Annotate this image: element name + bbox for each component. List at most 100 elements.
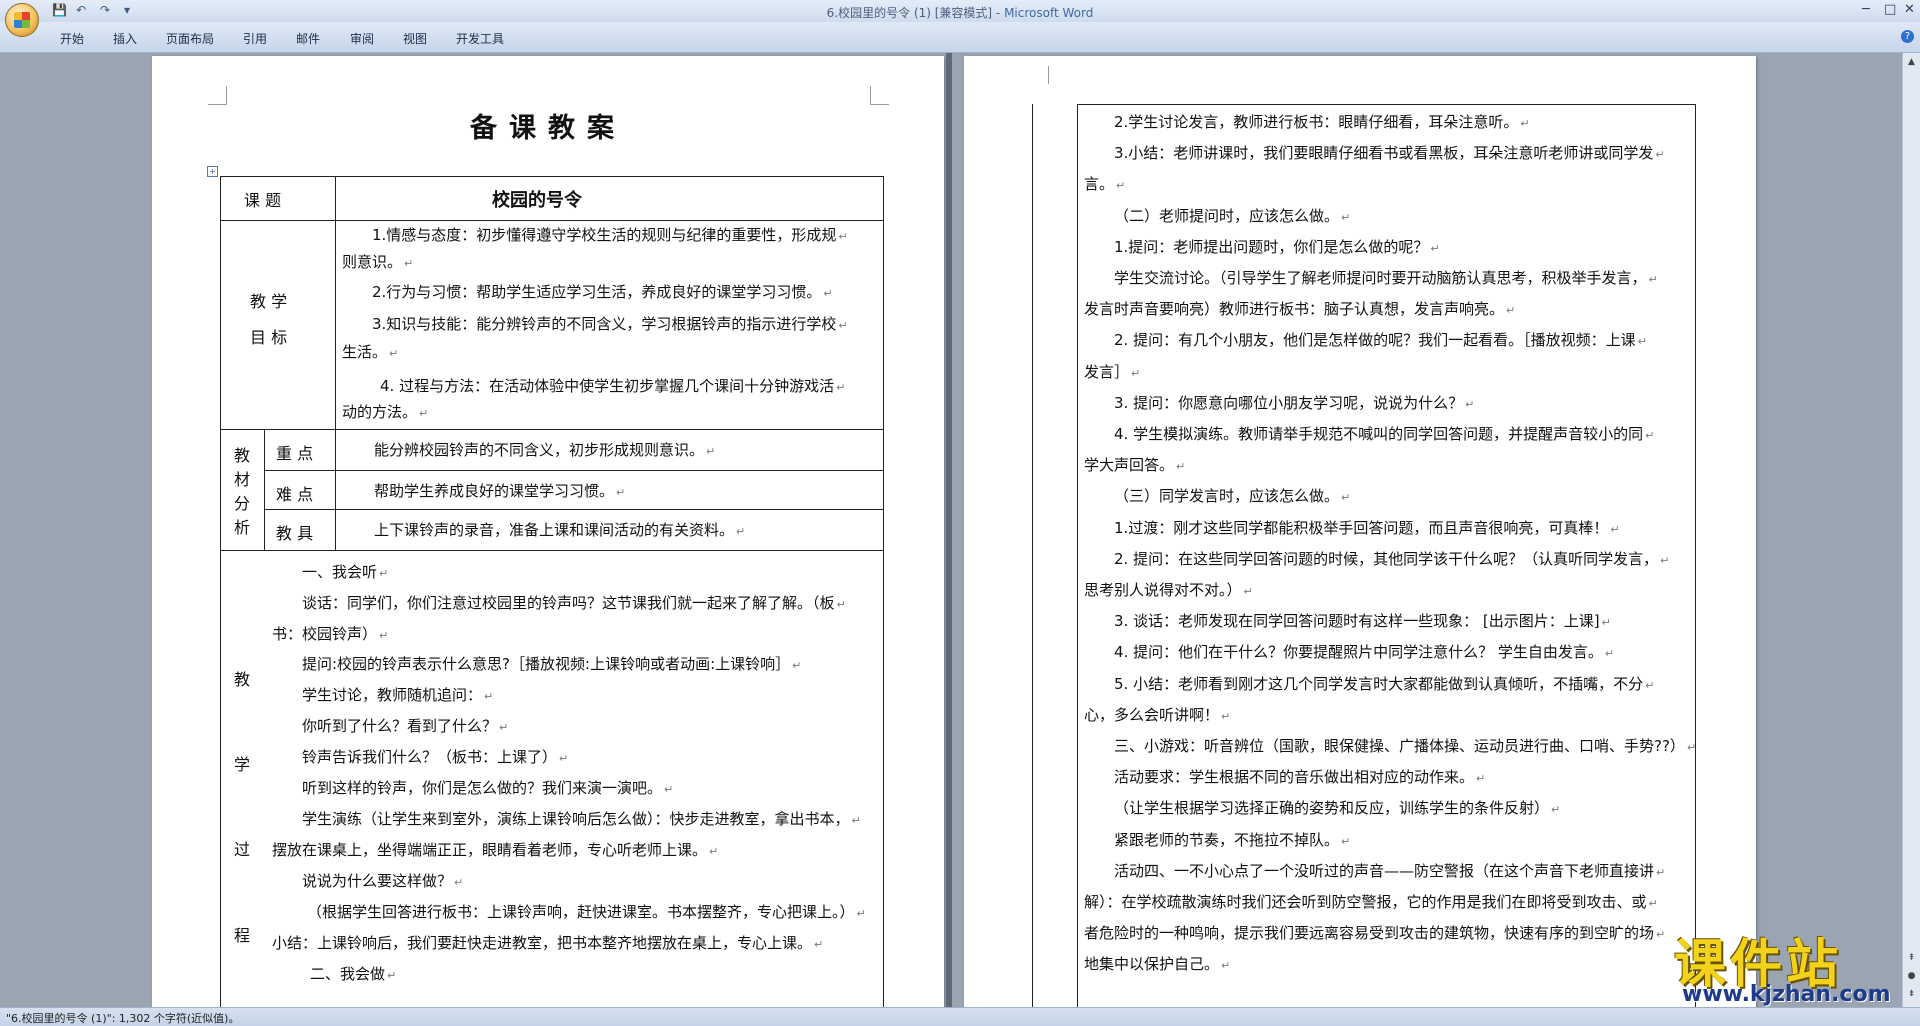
tab-view[interactable]: 视图 [403,30,427,47]
body-line: 发言］ ↵ [1084,362,1141,381]
paragraph-mark-icon: ↵ [1341,491,1351,505]
body-line: 1.提问：老师提出问题时，你们是怎么做的呢？ ↵ [1114,237,1440,256]
process-label-char: 过 [234,840,251,859]
paragraph-mark-icon: ↵ [814,938,824,951]
watermark-url: www.kjzhan.com [1682,982,1891,1007]
body-line: 三、小游戏：听音辨位（国歌，眼保健操、广播体操、运动员进行曲、口哨、手势??） ↵ [1114,737,1697,755]
process-line: 听到这样的铃声，你们是怎么做的？我们来演一演吧。 ↵ [302,779,674,797]
goal-line: 1.情感与态度：初步懂得遵守学校生活的规则与纪律的重要性，形成规 ↵ [372,226,848,244]
table-border [220,176,221,1007]
body-line: （三）同学发言时，应该怎么做。 ↵ [1114,487,1351,506]
table-border [1032,104,1033,1007]
material-value: 能分辨校园铃声的不同含义，初步形成规则意识。 ↵ [374,441,716,459]
paragraph-mark-icon: ↵ [484,690,494,703]
body-line: 发言时声音要响亮）教师进行板书：脑子认真想，发言声响亮。 ↵ [1084,300,1516,319]
paragraph-mark-icon: ↵ [379,629,389,642]
body-line: 地集中以保护自己。 ↵ [1084,955,1231,974]
tab-insert[interactable]: 插入 [113,30,137,47]
paragraph-mark-icon: ↵ [709,845,719,858]
process-line: 铃声告诉我们什么？（板书：上课了） ↵ [302,748,569,766]
document-workspace[interactable]: 备课教案 + 课 题 校园的号令 教 学 目 标 1.情感与态度：初步懂得遵守学… [0,53,1902,1007]
paragraph-mark-icon: ↵ [1520,117,1530,130]
process-line: 学生演练（让学生来到室外，演练上课铃响后怎么做）：快步走进教室，拿出书本， ↵ [302,810,861,828]
tab-mailings[interactable]: 邮件 [296,30,320,47]
process-line: 你听到了什么？看到了什么？ ↵ [302,717,509,735]
paragraph-mark-icon: ↵ [1243,585,1253,598]
paragraph-mark-icon: ↵ [1610,522,1620,536]
process-line: 二、我会做 ↵ [310,965,397,983]
paragraph-mark-icon: ↵ [1341,834,1351,848]
paragraph-mark-icon: ↵ [1131,366,1141,380]
paragraph-mark-icon: ↵ [664,783,674,796]
goal-line: 4. 过程与方法：在活动体验中使学生初步掌握几个课间十分钟游戏活 ↵ [380,377,846,395]
table-move-handle-icon[interactable]: + [207,166,218,177]
maximize-button[interactable]: □ [1884,2,1896,17]
paragraph-mark-icon: ↵ [559,752,569,765]
crop-mark [1030,66,1049,84]
paragraph-mark-icon: ↵ [1686,741,1697,754]
table-border [264,429,265,550]
tab-review[interactable]: 审阅 [350,30,374,47]
body-line: （让学生根据学习选择正确的姿势和反应，训练学生的条件反射） ↵ [1114,799,1561,818]
process-line: 一、我会听 ↵ [302,563,389,581]
paragraph-mark-icon: ↵ [851,814,861,827]
paragraph-mark-icon: ↵ [387,969,397,982]
word-count-status[interactable]: "6.校园里的号令 (1)": 1,302 个字符(近似值)。 [6,1010,239,1026]
paragraph-mark-icon: ↵ [838,319,848,332]
window-title: 6.校园里的号令 (1) [兼容模式] - Microsoft Word [0,4,1920,21]
scroll-up-icon[interactable]: ▲ [1905,57,1918,70]
goal-line: 3.知识与技能：能分辨铃声的不同含义，学习根据铃声的指示进行学校 ↵ [372,315,848,333]
minimize-button[interactable]: ─ [1862,2,1870,17]
goal-line: 动的方法。 ↵ [342,403,429,421]
crop-mark [870,86,889,105]
office-button[interactable] [5,3,39,37]
paragraph-mark-icon: ↵ [379,567,389,580]
paragraph-mark-icon: ↵ [706,445,716,458]
paragraph-mark-icon: ↵ [499,721,509,734]
help-icon[interactable]: ? [1901,30,1914,43]
paragraph-mark-icon: ↵ [454,876,464,889]
body-line: 2. 提问：有几个小朋友，他们是怎样做的呢？我们一起看看。［播放视频：上课 ↵ [1114,331,1647,350]
subject-label: 课 题 [244,191,282,210]
table-border [220,429,883,430]
material-value: 帮助学生养成良好的课堂学习习惯。 ↵ [374,482,626,500]
close-button[interactable]: ✕ [1904,2,1915,17]
tab-page-layout[interactable]: 页面布局 [166,30,214,47]
paragraph-mark-icon: ↵ [1637,335,1647,349]
body-line: 思考别人说得对不对。） ↵ [1084,581,1253,599]
paragraph-mark-icon: ↵ [836,598,846,611]
process-line: 小结：上课铃响后，我们要赶快走进教室，把书本整齐地摆放在桌上，专心上课。 ↵ [272,934,824,952]
table-border [264,509,883,510]
document-name: 6.校园里的号令 (1) [兼容模式] [826,6,993,20]
tab-references[interactable]: 引用 [243,30,267,47]
page-title: 备课教案 [470,113,626,144]
material-key: 难 点 [276,485,314,504]
tab-home[interactable]: 开始 [60,30,84,47]
body-line: 1.过渡：刚才这些同学都能积极举手回答问题，而且声音很响亮，可真棒！ ↵ [1114,518,1620,537]
material-label-char: 教 [234,446,251,465]
process-line: （根据学生回答进行板书：上课铃声响，赶快进课室。书本摆整齐，专心把课上。） ↵ [307,903,866,921]
paragraph-mark-icon: ↵ [1648,897,1658,910]
paragraph-mark-icon: ↵ [1656,865,1666,879]
material-label-char: 析 [234,518,251,537]
ribbon-tabs: 开始 插入 页面布局 引用 邮件 审阅 视图 开发工具 [0,22,1920,53]
paragraph-mark-icon: ↵ [1221,709,1231,723]
body-line: 学生交流讨论。（引导学生了解老师提问时要开动脑筋认真思考，积极举手发言， ↵ [1114,269,1658,287]
goal-line: 则意识。 ↵ [342,253,414,271]
vertical-scrollbar[interactable]: ▲ ⇞ ● ⇟ [1902,53,1920,1007]
goal-line: 2.行为与习惯：帮助学生适应学习生活，养成良好的课堂学习习惯。 ↵ [372,283,833,301]
table-border [1077,104,1695,105]
body-line: 3.小结：老师讲课时，我们要眼睛仔细看书或看黑板，耳朵注意听老师讲或同学发 ↵ [1114,144,1665,163]
paragraph-mark-icon: ↵ [1341,210,1351,224]
paragraph-mark-icon: ↵ [404,257,414,270]
paragraph-mark-icon: ↵ [1176,460,1186,474]
tab-developer[interactable]: 开发工具 [456,30,504,47]
paragraph-mark-icon: ↵ [792,659,802,672]
process-line: 学生讨论，教师随机追问： ↵ [302,686,494,704]
body-line: 4. 学生模拟演练。教师请举手规范不喊叫的同学回答问题，并提醒声音较小的同 ↵ [1114,425,1655,443]
paragraph-mark-icon: ↵ [1648,273,1658,286]
office-logo-icon [14,12,30,28]
paragraph-mark-icon: ↵ [1645,678,1655,692]
paragraph-mark-icon: ↵ [1430,241,1440,255]
process-line: 谈话：同学们，你们注意过校园里的铃声吗？这节课我们就一起来了解了解。（板 ↵ [302,594,846,612]
